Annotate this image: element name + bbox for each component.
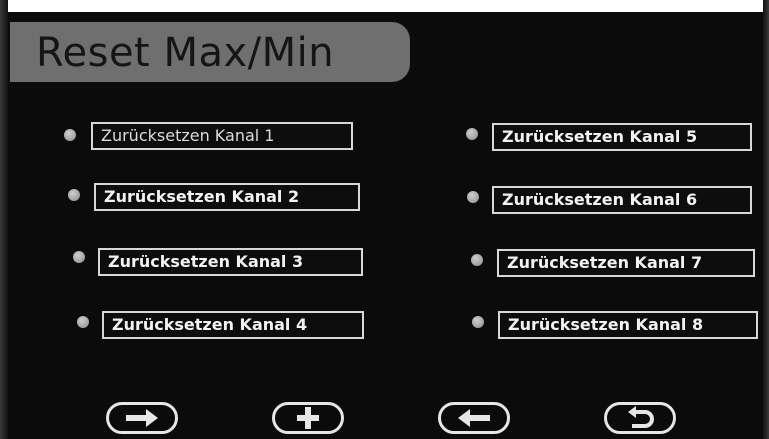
add-button[interactable] <box>272 402 344 434</box>
page-title: Reset Max/Min <box>36 30 335 76</box>
reset-channel-8-button[interactable]: Zurücksetzen Kanal 8 <box>498 311 758 339</box>
reset-channel-4-button[interactable]: Zurücksetzen Kanal 4 <box>102 311 364 339</box>
channel-8-radio[interactable] <box>472 316 484 328</box>
channel-6-radio[interactable] <box>467 191 479 203</box>
return-button[interactable] <box>604 402 676 434</box>
reset-channel-6-button[interactable]: Zurücksetzen Kanal 6 <box>492 186 752 214</box>
device-screen: Reset Max/Min Zurücksetzen Kanal 1 Zurüc… <box>0 0 769 439</box>
reset-channel-2-button[interactable]: Zurücksetzen Kanal 2 <box>94 183 360 211</box>
arrow-left-icon <box>458 409 490 427</box>
channel-3-radio[interactable] <box>73 251 85 263</box>
plus-icon <box>297 407 319 429</box>
reset-channel-7-button[interactable]: Zurücksetzen Kanal 7 <box>497 249 755 277</box>
reset-channel-5-button[interactable]: Zurücksetzen Kanal 5 <box>492 123 752 151</box>
channel-2-radio[interactable] <box>68 189 80 201</box>
back-button[interactable] <box>438 402 510 434</box>
reset-channel-1-button[interactable]: Zurücksetzen Kanal 1 <box>91 122 353 150</box>
channel-4-radio[interactable] <box>77 316 89 328</box>
next-button[interactable] <box>106 402 178 434</box>
screen-bezel-top <box>0 0 769 12</box>
reset-channel-3-button[interactable]: Zurücksetzen Kanal 3 <box>98 248 363 276</box>
channel-5-radio[interactable] <box>466 128 478 140</box>
screen-bezel-left <box>0 0 8 439</box>
return-icon <box>628 406 654 428</box>
channel-7-radio[interactable] <box>471 254 483 266</box>
screen-bezel-right <box>763 0 769 439</box>
arrow-right-icon <box>126 409 158 427</box>
channel-1-radio[interactable] <box>64 129 76 141</box>
